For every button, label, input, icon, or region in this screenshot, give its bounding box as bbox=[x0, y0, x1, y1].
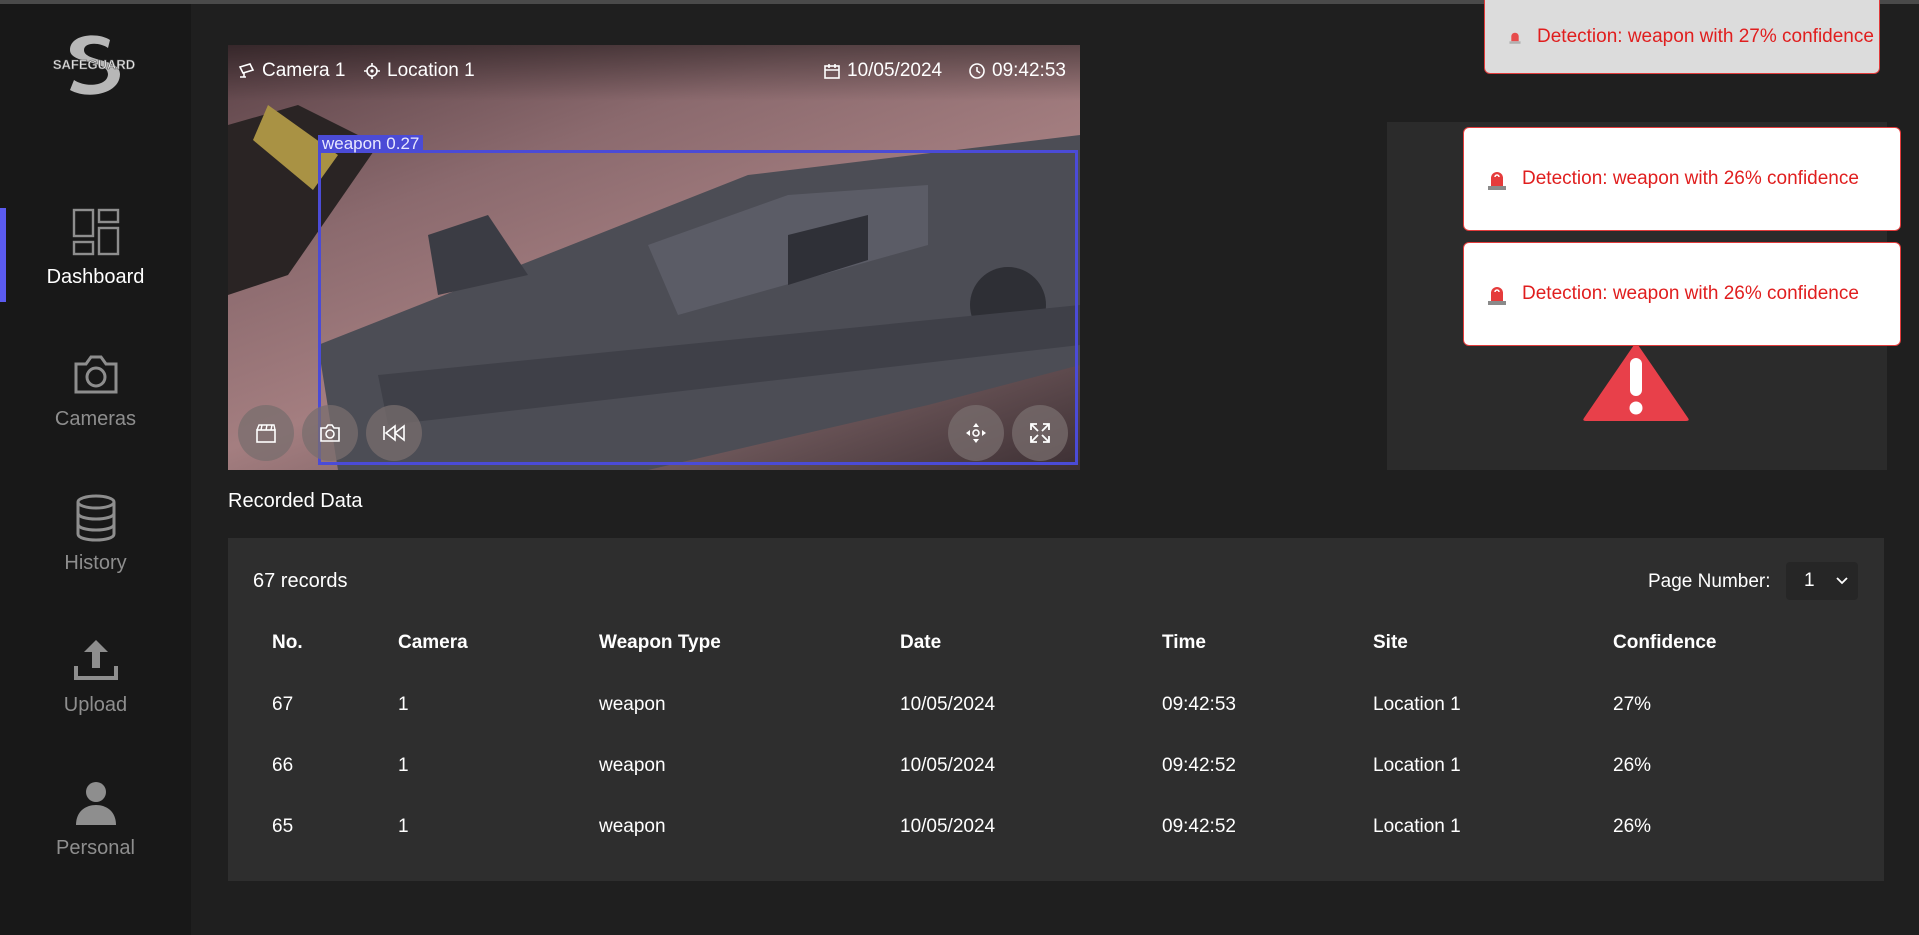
toast-text: Detection: weapon with 26% confidence bbox=[1522, 283, 1859, 304]
camera-name: Camera 1 bbox=[262, 60, 346, 81]
clock-icon bbox=[969, 63, 985, 79]
live-video-feed[interactable]: Camera 1 Location 1 10/05/2024 09:42:53 … bbox=[228, 45, 1080, 470]
fullscreen-button[interactable] bbox=[1012, 405, 1068, 461]
recorded-data-table: 67 records Page Number: 1 No. Camera Wea… bbox=[228, 538, 1884, 881]
sidebar-item-dashboard[interactable]: Dashboard bbox=[0, 206, 191, 289]
database-icon bbox=[76, 494, 115, 542]
toast-text: Detection: weapon with 27% confidence bbox=[1537, 25, 1874, 47]
location-indicator: Location 1 bbox=[363, 60, 475, 82]
cell-camera: 1 bbox=[398, 816, 409, 837]
cell-weapon-type: weapon bbox=[599, 816, 666, 837]
dashboard-grid-icon bbox=[72, 208, 119, 256]
sidebar-item-label: Dashboard bbox=[46, 266, 145, 288]
cell-site: Location 1 bbox=[1373, 694, 1461, 715]
toast-notification[interactable]: Detection: weapon with 26% confidence bbox=[1463, 242, 1901, 346]
cell-confidence: 26% bbox=[1613, 755, 1652, 776]
warning-triangle-icon bbox=[1580, 340, 1692, 427]
cell-time: 09:42:52 bbox=[1162, 755, 1236, 776]
camera-icon bbox=[74, 355, 117, 394]
recorded-data-title: Recorded Data bbox=[228, 490, 363, 512]
column-header-time: Time bbox=[1162, 632, 1207, 653]
video-date: 10/05/2024 bbox=[847, 60, 943, 81]
detection-label: weapon 0.27 bbox=[318, 135, 424, 153]
cell-confidence: 27% bbox=[1613, 694, 1652, 715]
snapshot-button[interactable] bbox=[302, 405, 358, 461]
cctv-icon bbox=[238, 63, 255, 78]
svg-text:SAFEGUARD: SAFEGUARD bbox=[53, 57, 135, 72]
sidebar-item-upload[interactable]: Upload bbox=[0, 634, 191, 717]
cell-no: 65 bbox=[272, 816, 294, 837]
date-indicator: 10/05/2024 bbox=[823, 60, 942, 82]
column-header-camera: Camera bbox=[398, 632, 468, 653]
cell-date: 10/05/2024 bbox=[900, 816, 996, 837]
time-indicator: 09:42:53 bbox=[968, 60, 1066, 82]
toast-text: Detection: weapon with 26% confidence bbox=[1522, 168, 1859, 189]
record-clip-button[interactable] bbox=[238, 405, 294, 461]
page-number-select[interactable]: 1 bbox=[1786, 562, 1858, 600]
upload-icon bbox=[73, 640, 118, 680]
sidebar-item-label: Cameras bbox=[54, 408, 137, 430]
cell-site: Location 1 bbox=[1373, 816, 1461, 837]
sidebar-item-personal[interactable]: Personal bbox=[0, 777, 191, 860]
cell-weapon-type: weapon bbox=[599, 755, 666, 776]
video-time: 09:42:53 bbox=[992, 60, 1066, 81]
toast-notification[interactable]: Detection: weapon with 26% confidence bbox=[1463, 127, 1901, 231]
sidebar: SAFEGUARD Dashboard Cameras History Uplo… bbox=[0, 4, 191, 935]
siren-icon bbox=[1488, 172, 1506, 190]
sidebar-item-label: Upload bbox=[63, 694, 128, 716]
sidebar-item-cameras[interactable]: Cameras bbox=[0, 348, 191, 431]
move-icon bbox=[966, 423, 986, 443]
cell-date: 10/05/2024 bbox=[900, 755, 996, 776]
cell-confidence: 26% bbox=[1613, 816, 1652, 837]
snapshot-icon bbox=[320, 424, 340, 442]
toast-notification[interactable]: Detection: weapon with 27% confidence bbox=[1484, 0, 1880, 74]
calendar-icon bbox=[824, 64, 840, 79]
cell-no: 67 bbox=[272, 694, 294, 715]
rewind-icon bbox=[383, 424, 405, 442]
fullscreen-icon bbox=[1030, 423, 1050, 443]
cell-camera: 1 bbox=[398, 755, 409, 776]
record-count: 67 records bbox=[253, 570, 348, 592]
crosshair-icon bbox=[364, 63, 380, 79]
page-number-label: Page Number: bbox=[1648, 571, 1771, 592]
sidebar-item-history[interactable]: History bbox=[0, 492, 191, 575]
page-number-value: 1 bbox=[1804, 570, 1815, 591]
chevron-down-icon bbox=[1836, 577, 1848, 585]
column-header-site: Site bbox=[1373, 632, 1408, 653]
person-icon bbox=[75, 782, 116, 825]
safeguard-logo: SAFEGUARD bbox=[48, 32, 140, 98]
rewind-button[interactable] bbox=[366, 405, 422, 461]
cell-weapon-type: weapon bbox=[599, 694, 666, 715]
clapper-icon bbox=[256, 424, 276, 443]
sidebar-item-label: History bbox=[64, 552, 127, 574]
camera-indicator: Camera 1 bbox=[238, 60, 345, 82]
cell-camera: 1 bbox=[398, 694, 409, 715]
siren-icon bbox=[1509, 32, 1521, 44]
siren-icon bbox=[1488, 287, 1506, 305]
column-header-weapon-type: Weapon Type bbox=[599, 632, 721, 653]
sidebar-item-label: Personal bbox=[56, 837, 135, 859]
cell-date: 10/05/2024 bbox=[900, 694, 996, 715]
column-header-confidence: Confidence bbox=[1613, 632, 1717, 653]
column-header-date: Date bbox=[900, 632, 942, 653]
pan-tilt-button[interactable] bbox=[948, 405, 1004, 461]
video-overlay-header bbox=[228, 45, 1080, 101]
cell-time: 09:42:52 bbox=[1162, 816, 1236, 837]
cell-time: 09:42:53 bbox=[1162, 694, 1236, 715]
cell-no: 66 bbox=[272, 755, 294, 776]
column-header-no: No. bbox=[272, 632, 303, 653]
cell-site: Location 1 bbox=[1373, 755, 1461, 776]
location-name: Location 1 bbox=[387, 60, 475, 81]
